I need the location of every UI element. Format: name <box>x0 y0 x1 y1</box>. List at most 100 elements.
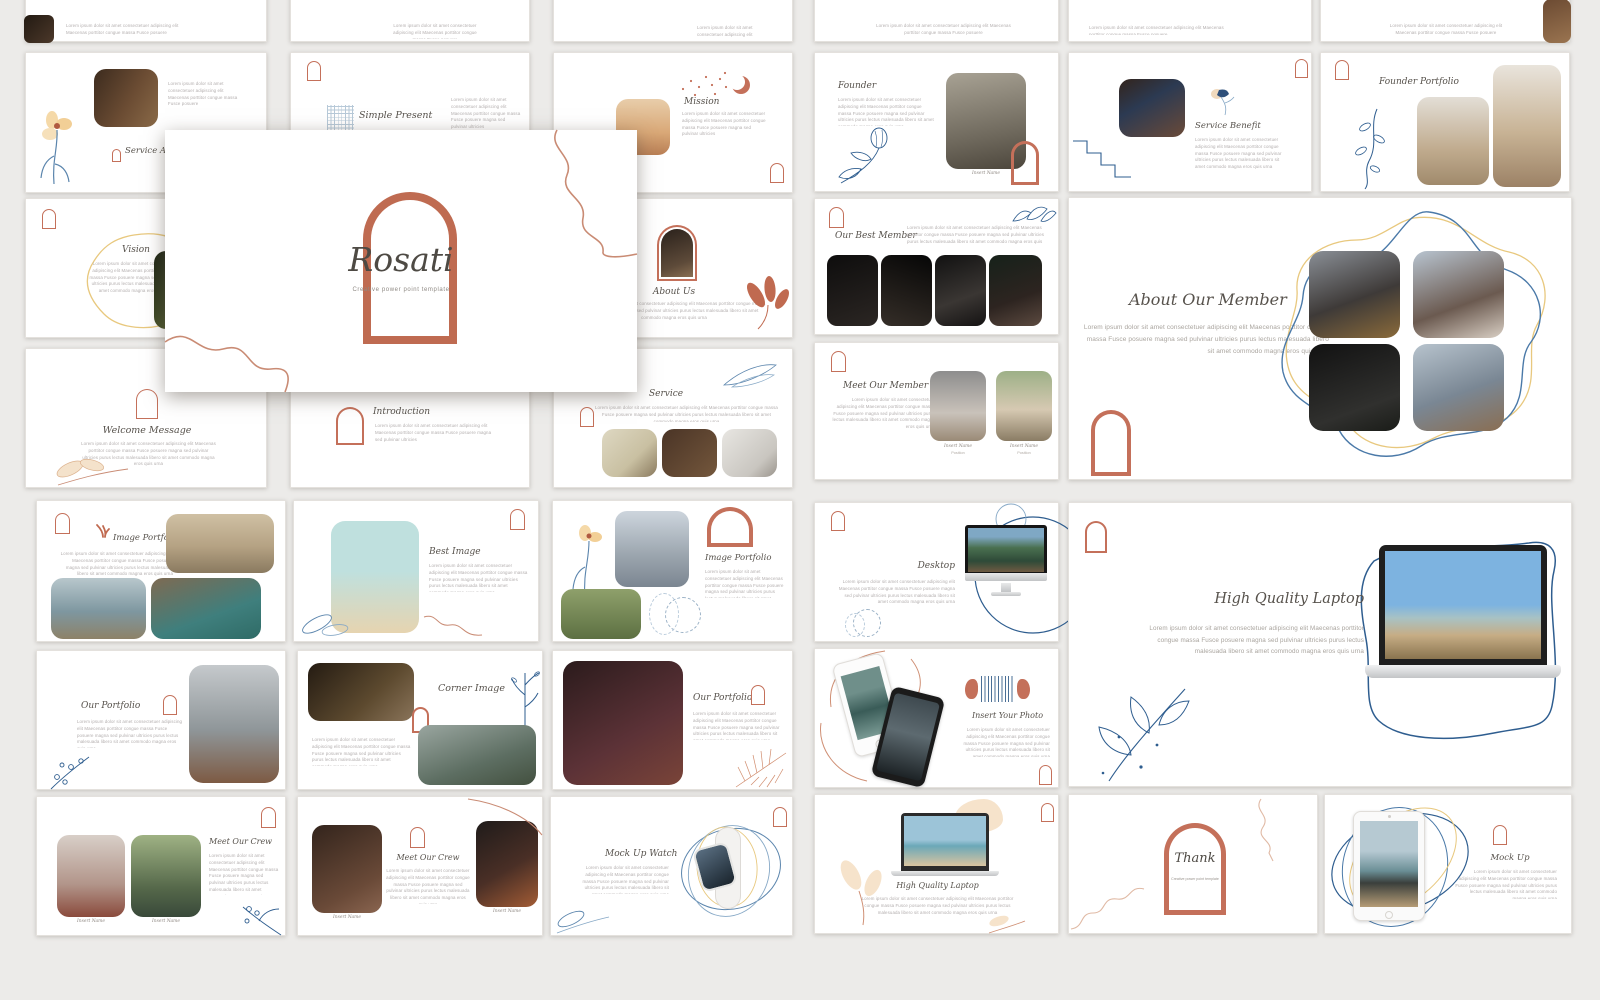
slide-service-benefit[interactable]: Service Benefit Lorem ipsum dolor sit am… <box>1068 52 1312 192</box>
photo-blonde-1 <box>1417 97 1489 185</box>
flower-bud-icon <box>1209 87 1235 115</box>
slide-partial-top-5[interactable]: Lorem ipsum dolor sit amet consectetuer … <box>1068 0 1312 42</box>
laptop-screen <box>1379 545 1547 665</box>
body-text: Lorem ipsum dolor sit amet consectetuer … <box>77 719 183 748</box>
arch-thick-icon <box>707 507 753 547</box>
slide-title: Insert Your Photo <box>965 711 1050 720</box>
slide-title: Desktop <box>845 561 955 571</box>
arch-icon <box>136 389 158 419</box>
body-text: Lorem ipsum dolor sit amet consectetuer … <box>429 563 529 592</box>
photo-pool-jump <box>151 578 261 639</box>
photo-group-1 <box>930 371 986 441</box>
laptop-base <box>1365 665 1561 678</box>
photo-caption: Insert Name <box>312 915 382 920</box>
slide-title: Vision <box>122 245 150 255</box>
photo-caption-position: Position <box>996 451 1052 455</box>
slide-title: Our Best Member <box>835 231 917 241</box>
arch-icon <box>1041 803 1054 822</box>
arch-icon <box>1493 825 1507 845</box>
imac-base <box>991 592 1021 596</box>
slide-title: Service Benefit <box>1195 121 1261 131</box>
body-text: Lorem ipsum dolor sit amet consectetuer … <box>697 25 769 37</box>
bird-icon <box>95 523 111 538</box>
slide-partial-top-1[interactable]: Lorem ipsum dolor sit amet consectetuer … <box>25 0 267 42</box>
blue-leaf-icon <box>555 903 611 935</box>
body-text: Lorem ipsum dolor sit amet consectetuer … <box>209 853 279 895</box>
photo-volcano <box>418 725 536 785</box>
slide-insert-your-photo[interactable]: Insert Your Photo Lorem ipsum dolor sit … <box>814 648 1059 788</box>
beige-leaf-icon <box>48 457 133 487</box>
squiggle-bottom-left-icon <box>165 322 317 392</box>
body-text: Lorem ipsum dolor sit amet consectetuer … <box>312 737 412 766</box>
slide-our-best-member[interactable]: Our Best Member Lorem ipsum dolor sit am… <box>814 198 1059 335</box>
flower-icon <box>569 523 607 599</box>
slide-title: Mock Up <box>1475 853 1545 863</box>
arch-icon <box>829 207 844 228</box>
arch-icon <box>163 695 177 715</box>
slide-title: Image Portfolio <box>705 553 771 563</box>
photo-desk <box>94 69 158 127</box>
slide-image-portfolio-2[interactable]: Image Portfolio Lorem ipsum dolor sit am… <box>552 500 793 642</box>
slide-image-portfolio-1[interactable]: Image Portfolio Lorem ipsum dolor sit am… <box>36 500 286 642</box>
stairs-icon <box>1073 135 1131 191</box>
slide-title: Simple Present <box>359 110 432 121</box>
arch-photo-frame <box>657 225 697 281</box>
body-text: Lorem ipsum dolor sit amet consectetuer … <box>1195 137 1283 173</box>
tulip-flower-icon <box>837 125 899 187</box>
body-text: Lorem ipsum dolor sit amet consectetuer … <box>871 23 1016 35</box>
slide-best-image[interactable]: Best Image Lorem ipsum dolor sit amet co… <box>293 500 539 642</box>
slide-meet-our-crew-1[interactable]: Insert Name Insert Name Meet Our Crew Lo… <box>36 796 286 936</box>
slide-our-portfolio-2[interactable]: Our Portfolio Lorem ipsum dolor sit amet… <box>552 650 793 790</box>
arch-icon <box>1085 521 1107 553</box>
slide-title: Founder Portfolio <box>1379 77 1459 87</box>
berry-branch-icon <box>47 751 95 791</box>
slide-founder[interactable]: Founder Lorem ipsum dolor sit amet conse… <box>814 52 1059 192</box>
photo-caption: Insert Name <box>996 444 1052 449</box>
body-text: Lorem ipsum dolor sit amet consectetuer … <box>1455 869 1557 899</box>
slide-partial-top-4[interactable]: Lorem ipsum dolor sit amet consectetuer … <box>814 0 1059 42</box>
slide-title: Founder <box>838 81 876 91</box>
slide-about-our-member[interactable]: About Our Member Lorem ipsum dolor sit a… <box>1068 197 1572 480</box>
slide-meet-our-crew-2[interactable]: Insert Name Meet Our Crew Lorem ipsum do… <box>297 796 543 936</box>
photo-fragment <box>24 15 54 43</box>
slide-partial-top-3[interactable]: Lorem ipsum dolor sit amet consectetuer … <box>553 0 793 42</box>
slide-title: About Us <box>624 287 724 297</box>
slide-thank[interactable]: Thank Creative power point template <box>1068 794 1318 934</box>
petals-icon <box>744 279 790 331</box>
slide-laptop-small[interactable]: High Quality Laptop Lorem ipsum dolor si… <box>814 794 1059 934</box>
photo-caption: Insert Name <box>930 444 986 449</box>
body-text: Lorem ipsum dolor sit amet consectetuer … <box>594 405 779 422</box>
arch-icon <box>831 351 846 372</box>
slide-title: About Our Member <box>1129 290 1287 309</box>
cover-title: Rosati <box>165 240 637 279</box>
imac-stand <box>1001 583 1011 592</box>
photo-bearded-man <box>131 835 201 917</box>
slide-corner-image[interactable]: Corner Image Lorem ipsum dolor sit amet … <box>297 650 543 790</box>
slide-desktop[interactable]: Desktop Lorem ipsum dolor sit amet conse… <box>814 502 1059 642</box>
photo-city-street <box>189 665 279 783</box>
arch-icon <box>261 807 276 828</box>
slide-mockup-tablet[interactable]: Mock Up Lorem ipsum dolor sit amet conse… <box>1324 794 1572 934</box>
arch-overlay-icon <box>1011 141 1039 185</box>
laptop-base <box>891 871 999 876</box>
slide-high-quality-laptop[interactable]: High Quality Laptop Lorem ipsum dolor si… <box>1068 502 1572 787</box>
slide-cover[interactable]: Rosati Creative power point template <box>165 130 637 392</box>
photo-member-4 <box>1413 344 1504 431</box>
slide-meet-our-member[interactable]: Meet Our Member Lorem ipsum dolor sit am… <box>814 342 1059 480</box>
slide-title: Our Portfolio <box>81 701 140 711</box>
radial-dashes-icon <box>845 613 865 637</box>
photo-station <box>563 661 683 785</box>
tablet <box>1353 811 1425 921</box>
arch-icon <box>751 685 765 705</box>
leaf-vine-icon <box>1347 109 1385 189</box>
slide-partial-top-6[interactable]: Lorem ipsum dolor sit amet consectetuer … <box>1320 0 1570 42</box>
blob-outlines-icon <box>1269 210 1559 470</box>
body-text: Lorem ipsum dolor sit amet consectetuer … <box>682 111 766 155</box>
dragonfly-leaf-icon <box>722 359 778 387</box>
slide-founder-portfolio[interactable]: Founder Portfolio <box>1320 52 1570 192</box>
slide-mockup-watch[interactable]: Mock Up Watch Lorem ipsum dolor sit amet… <box>550 796 793 936</box>
photo-member-dark-1 <box>827 255 878 326</box>
photo-caption: Insert Name <box>131 919 201 924</box>
slide-partial-top-2[interactable]: Lorem ipsum dolor sit amet consectetuer … <box>290 0 530 42</box>
slide-our-portfolio-1[interactable]: Our Portfolio Lorem ipsum dolor sit amet… <box>36 650 286 790</box>
